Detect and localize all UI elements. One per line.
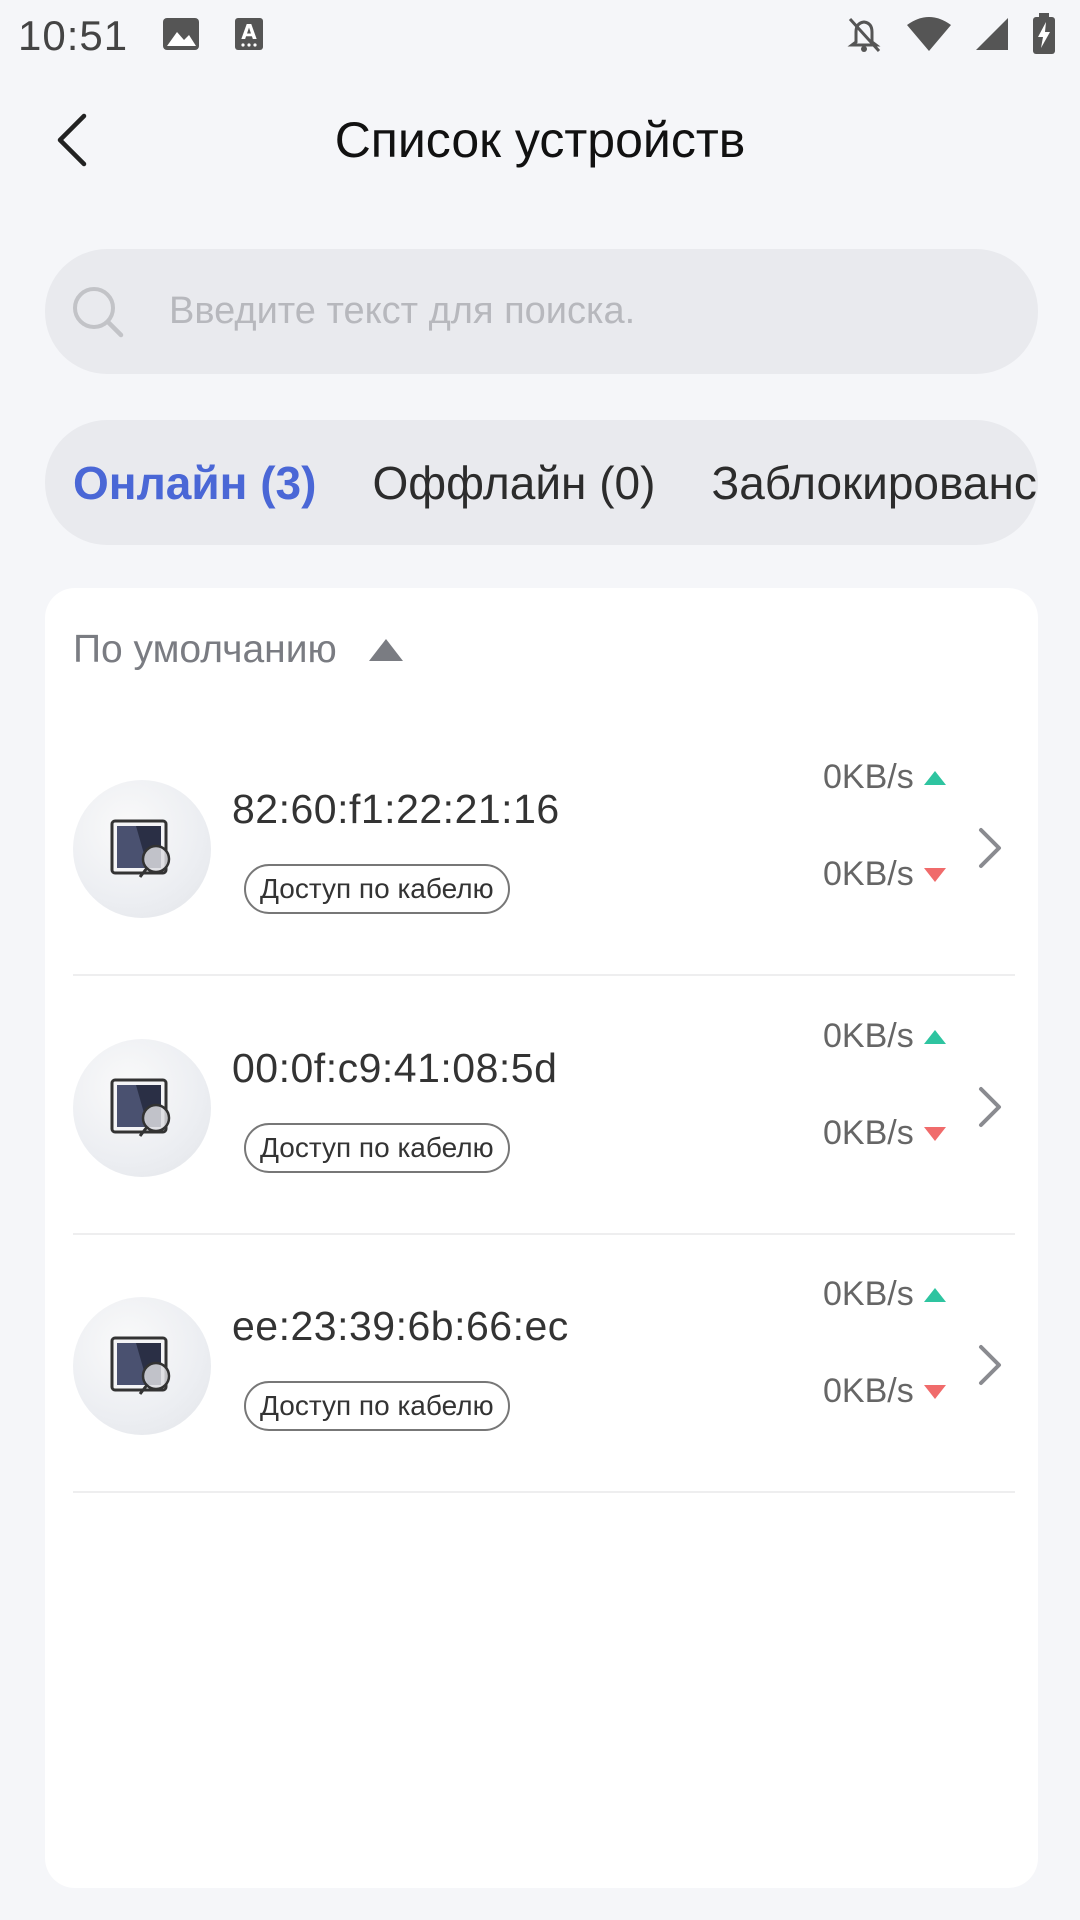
- device-avatar: [73, 1297, 211, 1435]
- upload-rate-value: 0KB/s: [823, 1275, 914, 1313]
- page-title: Список устройств: [334, 112, 746, 168]
- download-rate: 0KB/s: [823, 1372, 948, 1411]
- download-arrow-icon: [923, 1384, 946, 1399]
- upload-rate: 0KB/s: [823, 1017, 948, 1056]
- access-type-badge: Доступ по кабелю: [244, 1381, 510, 1431]
- sort-dropdown[interactable]: По умолчанию: [73, 628, 405, 672]
- svg-text:A: A: [241, 20, 257, 44]
- battery-charging-icon: [1032, 12, 1056, 60]
- search-input[interactable]: [169, 290, 949, 333]
- chevron-left-icon: [57, 113, 87, 167]
- device-avatar: [73, 1039, 211, 1177]
- tab-offline[interactable]: Оффлайн (0): [372, 456, 655, 510]
- download-rate: 0KB/s: [823, 855, 948, 894]
- app-header: Список устройств: [0, 80, 1080, 200]
- upload-rate: 0KB/s: [823, 758, 948, 797]
- device-avatar: [73, 780, 211, 918]
- status-bar: 10:51 A: [0, 0, 1080, 72]
- upload-arrow-icon: [923, 1029, 946, 1044]
- upload-arrow-icon: [923, 770, 946, 785]
- wifi-icon: [906, 15, 952, 58]
- device-mac: 82:60:f1:22:21:16: [232, 786, 560, 832]
- upload-rate-value: 0KB/s: [823, 1017, 914, 1055]
- download-rate-value: 0KB/s: [823, 855, 914, 893]
- device-row[interactable]: 82:60:f1:22:21:16 Доступ по кабелю 0KB/s…: [73, 718, 1015, 976]
- chevron-right-icon[interactable]: [973, 1341, 1007, 1389]
- image-icon: [162, 17, 200, 56]
- chevron-right-icon[interactable]: [973, 1083, 1007, 1131]
- device-search-icon: [110, 819, 171, 878]
- upload-arrow-icon: [923, 1287, 946, 1302]
- download-rate-value: 0KB/s: [823, 1114, 914, 1152]
- access-type-badge: Доступ по кабелю: [244, 864, 510, 914]
- device-search-icon: [110, 1336, 171, 1395]
- access-type-badge: Доступ по кабелю: [244, 1123, 510, 1173]
- device-row[interactable]: ee:23:39:6b:66:ec Доступ по кабелю 0KB/s…: [73, 1235, 1015, 1493]
- upload-rate-value: 0KB/s: [823, 758, 914, 796]
- download-arrow-icon: [923, 867, 946, 882]
- device-search-icon: [110, 1078, 171, 1137]
- sort-label: По умолчанию: [73, 628, 337, 671]
- tab-blocked[interactable]: Заблокированс: [711, 456, 1036, 510]
- search-icon: [73, 286, 124, 337]
- status-time: 10:51: [18, 12, 129, 59]
- status-tabs: Онлайн (3) Оффлайн (0) Заблокированс: [45, 420, 1038, 545]
- chevron-right-icon[interactable]: [973, 824, 1007, 872]
- back-button[interactable]: [40, 108, 104, 172]
- download-rate-value: 0KB/s: [823, 1372, 914, 1410]
- signal-icon: [974, 16, 1010, 57]
- device-row[interactable]: 00:0f:c9:41:08:5d Доступ по кабелю 0KB/s…: [73, 977, 1015, 1235]
- device-mac: 00:0f:c9:41:08:5d: [232, 1045, 558, 1091]
- tab-online[interactable]: Онлайн (3): [73, 456, 316, 510]
- download-arrow-icon: [923, 1126, 946, 1141]
- download-rate: 0KB/s: [823, 1114, 948, 1153]
- device-list-card: По умолчанию 82:60:f1:22:21:16 Доступ по…: [45, 588, 1038, 1888]
- keyboard-a-icon: A: [234, 17, 264, 56]
- triangle-up-icon: [368, 639, 403, 661]
- device-mac: ee:23:39:6b:66:ec: [232, 1303, 569, 1349]
- upload-rate: 0KB/s: [823, 1275, 948, 1314]
- bell-off-icon: [844, 14, 884, 59]
- search-bar[interactable]: [45, 249, 1038, 374]
